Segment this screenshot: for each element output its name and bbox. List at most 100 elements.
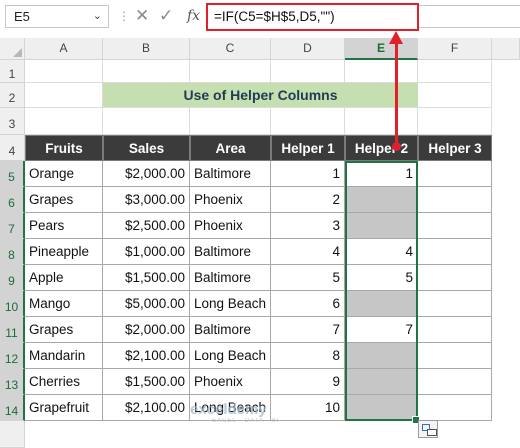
table-header-area[interactable]: Area bbox=[190, 135, 271, 161]
empty-cell[interactable] bbox=[271, 60, 345, 83]
cell-sales[interactable]: $3,000.00 bbox=[103, 187, 190, 213]
column-header-d[interactable]: D bbox=[271, 38, 345, 60]
column-header-c[interactable]: C bbox=[190, 38, 271, 60]
cell-helper-1[interactable]: 3 bbox=[271, 213, 345, 239]
empty-cell[interactable] bbox=[190, 108, 271, 135]
cell-area[interactable]: Phoenix bbox=[190, 213, 271, 239]
row-header-extra[interactable] bbox=[0, 421, 25, 448]
empty-cell[interactable] bbox=[418, 108, 492, 135]
cell-fruit[interactable]: Grapes bbox=[25, 317, 103, 343]
row-header-8[interactable]: 8 bbox=[0, 239, 25, 265]
cell-helper-2[interactable] bbox=[345, 343, 418, 369]
cell-helper-3[interactable] bbox=[418, 161, 492, 187]
cell-helper-3[interactable] bbox=[418, 265, 492, 291]
cell-sales[interactable]: $2,500.00 bbox=[103, 213, 190, 239]
cell-helper-1[interactable]: 1 bbox=[271, 161, 345, 187]
row-header-2[interactable]: 2 bbox=[0, 83, 25, 108]
cell-helper-3[interactable] bbox=[418, 395, 492, 421]
table-header-fruits[interactable]: Fruits bbox=[25, 135, 103, 161]
column-header-b[interactable]: B bbox=[103, 38, 190, 60]
cell-sales[interactable]: $1,000.00 bbox=[103, 239, 190, 265]
cell-area[interactable]: Long Beach bbox=[190, 343, 271, 369]
row-header-14[interactable]: 14 bbox=[0, 395, 25, 421]
column-header-f[interactable]: F bbox=[418, 38, 492, 60]
cell-fruit[interactable]: Orange bbox=[25, 161, 103, 187]
cell-helper-3[interactable] bbox=[418, 239, 492, 265]
empty-cell[interactable] bbox=[25, 108, 103, 135]
empty-cell[interactable] bbox=[345, 108, 418, 135]
cell-helper-1[interactable]: 10 bbox=[271, 395, 345, 421]
column-header-extra[interactable] bbox=[492, 38, 520, 60]
cell-fruit[interactable]: Grapes bbox=[25, 187, 103, 213]
row-header-11[interactable]: 11 bbox=[0, 317, 25, 343]
cell-helper-2[interactable] bbox=[345, 291, 418, 317]
empty-cell[interactable] bbox=[190, 60, 271, 83]
table-header-helper-3[interactable]: Helper 3 bbox=[418, 135, 492, 161]
cell-fruit[interactable]: Mango bbox=[25, 291, 103, 317]
cancel-icon[interactable]: ✕ bbox=[135, 6, 149, 26]
insert-function-icon[interactable]: fx bbox=[187, 8, 200, 24]
enter-icon[interactable]: ✓ bbox=[159, 6, 173, 26]
empty-cell[interactable] bbox=[25, 83, 103, 108]
empty-cell[interactable] bbox=[103, 60, 190, 83]
cell-helper-2[interactable]: 7 bbox=[345, 317, 418, 343]
cell-fruit[interactable]: Apple bbox=[25, 265, 103, 291]
cell-area[interactable]: Long Beach bbox=[190, 291, 271, 317]
cell-helper-3[interactable] bbox=[418, 213, 492, 239]
cell-helper-2[interactable]: 5 bbox=[345, 265, 418, 291]
row-header-5[interactable]: 5 bbox=[0, 161, 25, 187]
cell-area[interactable]: Baltimore bbox=[190, 317, 271, 343]
cell-helper-1[interactable]: 6 bbox=[271, 291, 345, 317]
cell-helper-1[interactable]: 8 bbox=[271, 343, 345, 369]
table-header-helper-1[interactable]: Helper 1 bbox=[271, 135, 345, 161]
cell-sales[interactable]: $2,100.00 bbox=[103, 343, 190, 369]
cell-area[interactable]: Baltimore bbox=[190, 265, 271, 291]
cell-helper-1[interactable]: 9 bbox=[271, 369, 345, 395]
cell-fruit[interactable]: Mandarin bbox=[25, 343, 103, 369]
cell-sales[interactable]: $2,000.00 bbox=[103, 317, 190, 343]
empty-cell[interactable] bbox=[271, 108, 345, 135]
cell-helper-3[interactable] bbox=[418, 317, 492, 343]
cell-helper-2[interactable]: 1 bbox=[345, 161, 418, 187]
sheet-title[interactable]: Use of Helper Columns bbox=[103, 83, 418, 108]
row-header-10[interactable]: 10 bbox=[0, 291, 25, 317]
cell-helper-2[interactable]: 4 bbox=[345, 239, 418, 265]
row-header-9[interactable]: 9 bbox=[0, 265, 25, 291]
cell-helper-1[interactable]: 7 bbox=[271, 317, 345, 343]
cell-fruit[interactable]: Pineapple bbox=[25, 239, 103, 265]
select-all-corner[interactable] bbox=[0, 38, 25, 60]
more-options-icon[interactable]: ⋮ bbox=[118, 9, 131, 23]
table-header-sales[interactable]: Sales bbox=[103, 135, 190, 161]
cell-area[interactable]: Baltimore bbox=[190, 161, 271, 187]
row-header-6[interactable]: 6 bbox=[0, 187, 25, 213]
cell-helper-2[interactable] bbox=[345, 213, 418, 239]
cell-area[interactable]: Phoenix bbox=[190, 187, 271, 213]
cell-helper-3[interactable] bbox=[418, 187, 492, 213]
cell-helper-3[interactable] bbox=[418, 369, 492, 395]
cell-sales[interactable]: $2,100.00 bbox=[103, 395, 190, 421]
cell-sales[interactable]: $1,500.00 bbox=[103, 265, 190, 291]
row-header-3[interactable]: 3 bbox=[0, 108, 25, 135]
table-header-helper-2[interactable]: Helper 2 bbox=[345, 135, 418, 161]
empty-cell[interactable] bbox=[418, 83, 492, 108]
empty-cell[interactable] bbox=[103, 108, 190, 135]
formula-input[interactable]: =IF(C5=$H$5,D5,"") bbox=[206, 3, 419, 31]
column-header-e[interactable]: E bbox=[345, 38, 418, 60]
row-header-4[interactable]: 4 bbox=[0, 135, 25, 161]
cell-sales[interactable]: $2,000.00 bbox=[103, 161, 190, 187]
row-header-1[interactable]: 1 bbox=[0, 60, 25, 83]
quick-analysis-icon[interactable] bbox=[418, 420, 438, 438]
empty-cell[interactable] bbox=[345, 60, 418, 83]
cell-fruit[interactable]: Cherries bbox=[25, 369, 103, 395]
cell-helper-1[interactable]: 2 bbox=[271, 187, 345, 213]
cell-fruit[interactable]: Grapefruit bbox=[25, 395, 103, 421]
row-header-13[interactable]: 13 bbox=[0, 369, 25, 395]
cell-area[interactable]: Phoenix bbox=[190, 369, 271, 395]
cell-area[interactable]: Baltimore bbox=[190, 239, 271, 265]
chevron-down-icon[interactable]: ⌄ bbox=[93, 6, 102, 27]
cell-helper-2[interactable] bbox=[345, 187, 418, 213]
cell-helper-3[interactable] bbox=[418, 343, 492, 369]
cell-helper-1[interactable]: 4 bbox=[271, 239, 345, 265]
cell-fruit[interactable]: Pears bbox=[25, 213, 103, 239]
cell-helper-3[interactable] bbox=[418, 291, 492, 317]
